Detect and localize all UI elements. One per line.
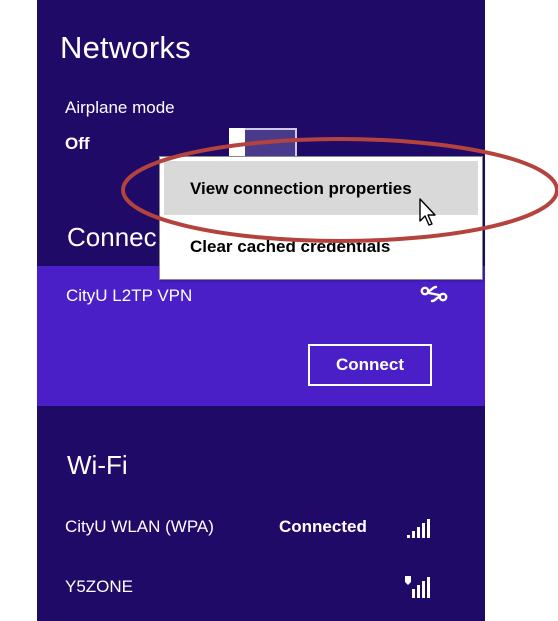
connect-button[interactable]: Connect: [308, 344, 432, 386]
wifi-network-item[interactable]: CityU WLAN (WPA) Connected: [37, 514, 485, 544]
wifi-shield-signal-icon: [405, 576, 430, 598]
wifi-signal-icon: [407, 519, 430, 538]
connections-heading: Connec: [67, 222, 157, 252]
toggle-knob[interactable]: [229, 128, 245, 158]
airplane-mode-label: Airplane mode: [65, 98, 175, 117]
wifi-network-name: Y5ZONE: [65, 577, 134, 596]
wifi-network-item[interactable]: Y5ZONE: [37, 574, 485, 604]
networks-panel: Networks Airplane mode Off Connec CityU …: [37, 0, 485, 621]
vpn-connection-item[interactable]: CityU L2TP VPN Connect: [37, 266, 485, 406]
airplane-mode-value: Off: [65, 134, 90, 153]
menu-item-label: Clear cached credentials: [190, 237, 391, 256]
vpn-name: CityU L2TP VPN: [66, 286, 193, 305]
airplane-mode-toggle[interactable]: [229, 128, 297, 158]
page-title: Networks: [60, 30, 191, 65]
wifi-network-name: CityU WLAN (WPA): [65, 517, 214, 536]
menu-item-label: View connection properties: [190, 179, 412, 198]
mouse-cursor-icon: [419, 198, 436, 226]
wifi-connection-status: Connected: [279, 517, 367, 536]
wifi-heading: Wi-Fi: [67, 450, 128, 480]
vpn-link-icon: [420, 285, 448, 303]
